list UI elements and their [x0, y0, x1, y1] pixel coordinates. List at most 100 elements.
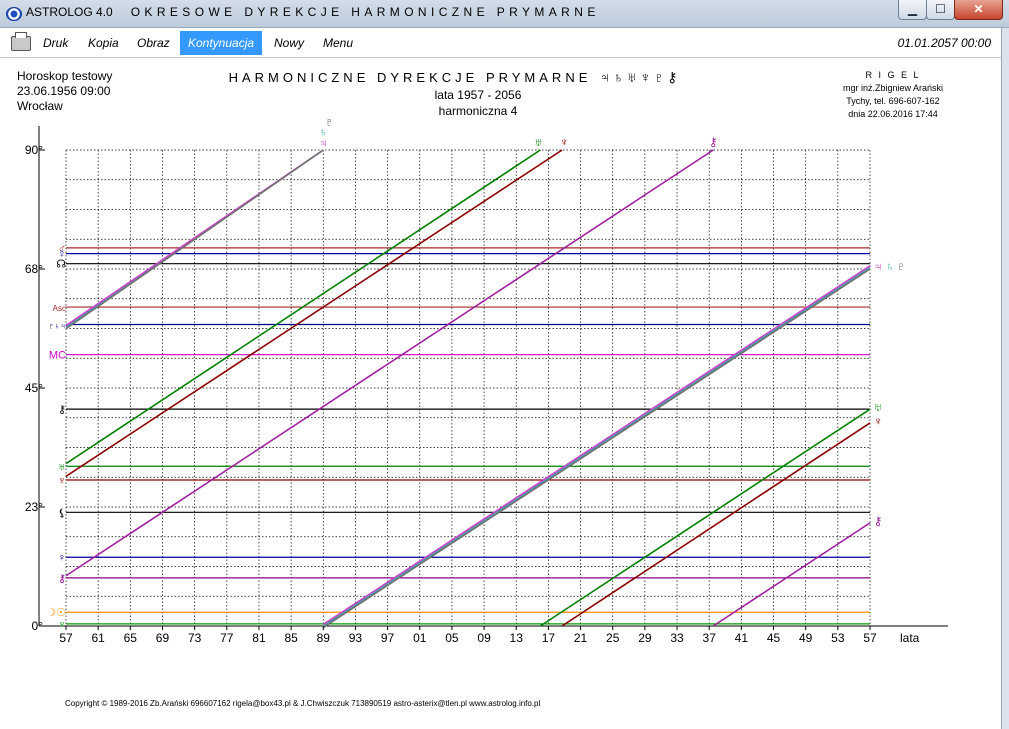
chart-birth-place: Wrocław	[17, 99, 63, 113]
natal-line-label: ♅	[58, 461, 66, 473]
header-center: HARMONICZNE DYREKCJE PRYMARNE ♃♄♅♆♇⚷ lat…	[229, 69, 681, 118]
natal-line-label: ♆	[58, 619, 66, 631]
title-bar: ASTROLOG 4.0 OKRESOWE DYREKCJE HARMONICZN…	[0, 0, 1009, 28]
footer-copyright: Copyright © 1989-2016 Zb.Arański 6966071…	[65, 699, 541, 708]
menu-nowy[interactable]: Nowy	[266, 31, 312, 55]
x-tick-label: 21	[574, 631, 588, 645]
menu-kopia[interactable]: Kopia	[80, 31, 127, 55]
natal-line-label: ⚸	[58, 507, 66, 519]
author-contact: Tychy, tel. 696-607-162	[846, 96, 939, 106]
x-tick-label: 25	[606, 631, 620, 645]
menu-obraz[interactable]: Obraz	[129, 31, 178, 55]
natal-line-label: ♆	[58, 475, 66, 487]
x-tick-label: 01	[413, 631, 427, 645]
x-tick-label: 77	[220, 631, 234, 645]
direction-line	[322, 266, 871, 627]
grid	[65, 149, 871, 627]
natal-line-label: ⚷	[58, 404, 66, 416]
series-end-label: ♃	[874, 259, 883, 273]
direction-line	[65, 149, 563, 477]
direction-line	[712, 522, 871, 627]
x-tick-label: 73	[188, 631, 202, 645]
x-tick-label: 89	[317, 631, 331, 645]
menu-datetime: 01.01.2057 00:00	[897, 36, 991, 50]
window-subtitle: OKRESOWE DYREKCJE HARMONICZNE PRYMARNE	[130, 5, 600, 19]
chart-harmonic: harmoniczna 4	[439, 104, 518, 118]
x-tick-label: 41	[735, 631, 749, 645]
x-tick-label: 37	[703, 631, 717, 645]
natal-line-label: ⚷	[58, 573, 66, 585]
series-end-label: ♆	[874, 414, 883, 428]
x-tick-label: 49	[799, 631, 813, 645]
close-icon: ✕	[973, 2, 984, 16]
y-tick-label: 45°	[25, 381, 43, 395]
natal-line-label: Asc	[53, 304, 66, 313]
series-end-label: ♃	[319, 136, 328, 150]
y-tick-label: 0°	[32, 619, 44, 633]
direction-line	[539, 408, 871, 627]
direction-lines	[65, 149, 871, 629]
window-title: ASTROLOG 4.0 OKRESOWE DYREKCJE HARMONICZN…	[26, 5, 600, 19]
x-tick-label: 29	[638, 631, 652, 645]
series-end-label: ⚷	[874, 514, 883, 528]
y-tick-label: 68°	[25, 262, 43, 276]
x-tick-label: 57	[59, 631, 73, 645]
x-tick-label: 53	[831, 631, 845, 645]
x-tick-label: 85	[284, 631, 298, 645]
author-program: R I G E L	[865, 70, 920, 80]
menu-kontynuacja[interactable]: Kontynuacja	[180, 31, 263, 55]
chart-birth-datetime: 23.06.1956 09:00	[17, 84, 111, 98]
menu-bar: Druk Kopia Obraz Kontynuacja Nowy Menu 0…	[0, 28, 1005, 58]
window-right-border	[1001, 28, 1009, 729]
direction-line	[322, 265, 871, 626]
x-axis-unit: lata	[900, 631, 920, 645]
chart-subject: Horoskop testowy	[17, 69, 112, 83]
maximize-button[interactable]: ☐	[926, 0, 955, 20]
natal-line-label: MC	[49, 350, 66, 362]
natal-line-label: ☽☉	[46, 607, 66, 619]
chart-years-range: lata 1957 - 2056	[435, 88, 522, 102]
x-tick-label: 69	[156, 631, 170, 645]
x-tick-label: 81	[252, 631, 266, 645]
menu-druk[interactable]: Druk	[35, 31, 76, 55]
y-tick-label: 90°	[25, 143, 43, 157]
series-end-label: ♇	[325, 115, 334, 129]
natal-line-label: ☊	[56, 259, 66, 271]
menu-menu[interactable]: Menu	[315, 31, 361, 55]
x-tick-label: 17	[542, 631, 556, 645]
x-tick-label: 93	[349, 631, 363, 645]
series-end-label: ♅	[534, 135, 543, 149]
x-tick-label: 65	[124, 631, 138, 645]
author-name: mgr inż.Zbigniew Arański	[843, 83, 943, 93]
maximize-icon: ☐	[935, 2, 946, 16]
series-end-label: ⚷	[709, 135, 718, 149]
header-left: Horoskop testowy 23.06.1956 09:00 Wrocła…	[17, 69, 112, 113]
natal-line-label: ♇♄♃	[48, 322, 66, 331]
series-end-label: ♇	[897, 259, 906, 273]
printer-icon[interactable]	[11, 32, 31, 51]
x-tick-label: 13	[510, 631, 524, 645]
y-tick-label: 23°	[25, 500, 43, 514]
x-tick-label: 57	[863, 631, 877, 645]
minimize-icon: ▁	[907, 2, 918, 16]
series-end-label: ♅	[874, 400, 883, 414]
minimize-button[interactable]: ▁	[898, 0, 927, 20]
close-button[interactable]: ✕	[954, 0, 1003, 20]
series-end-label: ♄	[886, 259, 895, 273]
x-tick-label: 09	[477, 631, 491, 645]
direction-line	[561, 422, 871, 627]
series-end-label: ♆	[560, 135, 569, 149]
natal-line-label: ♀	[58, 552, 66, 564]
x-tick-label: 05	[445, 631, 459, 645]
plot-frame	[38, 126, 948, 627]
y-axis-ticks: 0° 23° 45° 68° 90°	[25, 143, 45, 633]
directions-chart: Horoskop testowy 23.06.1956 09:00 Wrocła…	[17, 69, 948, 708]
chart-title: HARMONICZNE DYREKCJE PRYMARNE	[229, 70, 592, 85]
astrolog-eye-icon	[6, 7, 22, 21]
x-tick-label: 45	[767, 631, 781, 645]
app-name: ASTROLOG 4.0	[26, 5, 113, 19]
natal-position-lines: ♂☿☊Asc♇♄♃MC⚷♅♆⚸♀⚷☽☉♆	[46, 243, 870, 631]
x-tick-label: 33	[670, 631, 684, 645]
chart-title-symbols: ♃♄♅♆♇⚷	[600, 69, 681, 85]
direction-line	[322, 268, 871, 629]
